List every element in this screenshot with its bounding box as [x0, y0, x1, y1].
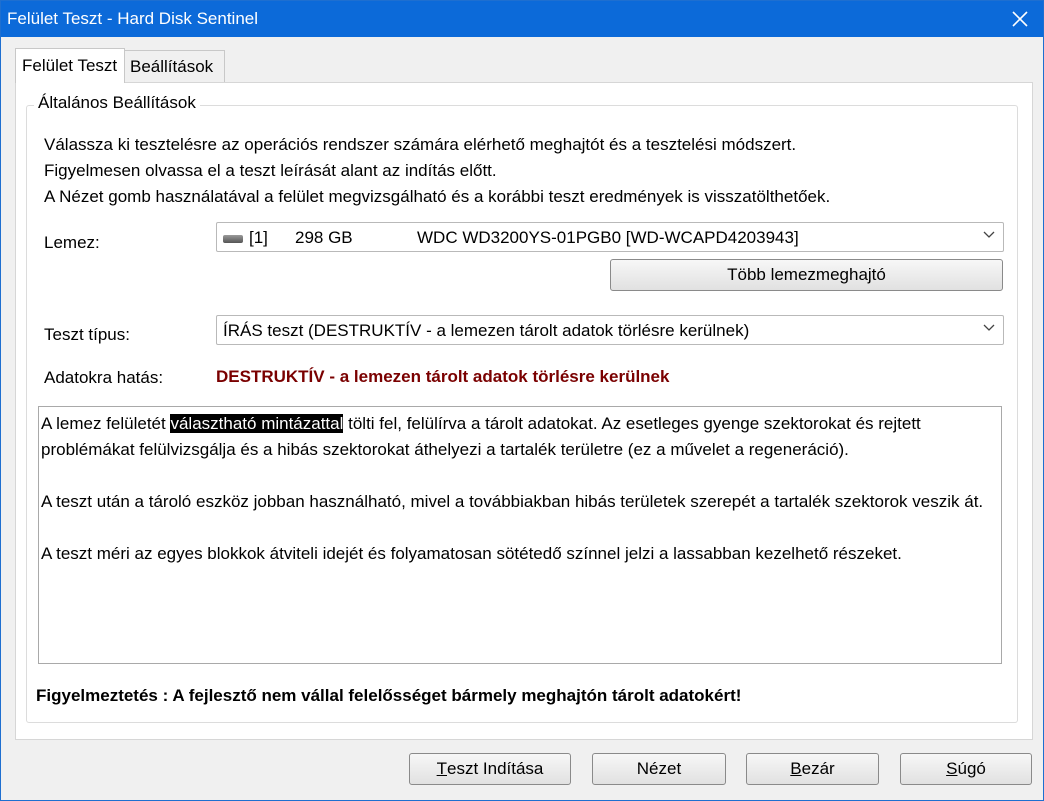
more-drives-button[interactable]: Több lemezmeghajtó	[610, 259, 1003, 291]
disk-index: [1]	[249, 228, 268, 247]
close-icon	[1012, 11, 1028, 27]
warning-text: Figyelmeztetés : A fejlesztő nem vállal …	[36, 686, 742, 705]
help-mnemonic: S	[946, 759, 958, 778]
tab-surface-test-label: Felület Teszt	[22, 56, 118, 75]
disk-model: WDC WD3200YS-01PGB0 [WD-WCAPD4203943]	[417, 228, 799, 247]
tab-settings[interactable]: Beállítások	[123, 50, 225, 83]
close-button[interactable]: Bezár	[746, 753, 879, 785]
description-paragraph: A lemez felületét választható mintázatta…	[41, 411, 999, 463]
start-test-button[interactable]: Teszt Indítása	[409, 753, 571, 785]
close-label: ezár	[801, 759, 835, 778]
close-window-button[interactable]	[997, 1, 1043, 37]
test-type-label: Teszt típus:	[44, 325, 130, 344]
close-mnemonic: B	[790, 759, 802, 778]
view-button[interactable]: Nézet	[592, 753, 726, 785]
test-type-select[interactable]: ÍRÁS teszt (DESTRUKTÍV - a lemezen tárol…	[216, 315, 1004, 345]
test-description-box[interactable]: A lemez felületét választható mintázatta…	[38, 406, 1002, 664]
help-button[interactable]: Súgó	[900, 753, 1032, 785]
tab-surface-test[interactable]: Felület Teszt	[15, 48, 125, 83]
tab-settings-label: Beállítások	[130, 57, 214, 76]
description-text: A lemez felületét	[41, 414, 171, 433]
data-impact-label: Adatokra hatás:	[44, 368, 164, 387]
title-bar: Felület Teszt - Hard Disk Sentinel	[1, 1, 1043, 37]
highlighted-text: választható mintázattal	[170, 414, 344, 433]
drive-icon	[223, 234, 243, 243]
chevron-down-icon	[983, 231, 995, 238]
description-paragraph: A teszt méri az egyes blokkok átviteli i…	[41, 544, 902, 563]
start-test-mnemonic: T	[436, 759, 447, 778]
window-title: Felület Teszt - Hard Disk Sentinel	[7, 9, 259, 28]
intro-line: A Nézet gomb használatával a felület meg…	[44, 187, 831, 206]
disk-label: Lemez:	[44, 233, 100, 252]
more-drives-label: Több lemezmeghajtó	[727, 265, 886, 284]
view-label: Nézet	[636, 759, 682, 778]
data-impact-value: DESTRUKTÍV - a lemezen tárolt adatok tör…	[216, 367, 670, 386]
intro-text: Válassza ki tesztelésre az operációs ren…	[44, 132, 830, 210]
start-test-label: eszt Indítása	[447, 759, 544, 778]
disk-size: 298 GB	[295, 228, 353, 247]
intro-line: Figyelmesen olvassa el a teszt leírását …	[44, 161, 497, 180]
chevron-down-icon	[983, 324, 995, 331]
help-label: úgó	[957, 759, 986, 778]
test-type-value: ÍRÁS teszt (DESTRUKTÍV - a lemezen tárol…	[223, 321, 750, 340]
tab-panel: Általános Beállítások Válassza ki teszte…	[15, 82, 1033, 740]
description-paragraph: A teszt után a tároló eszköz jobban hasz…	[41, 492, 984, 511]
intro-line: Válassza ki tesztelésre az operációs ren…	[44, 135, 797, 154]
group-title: Általános Beállítások	[34, 93, 200, 113]
app-window: Felület Teszt - Hard Disk Sentinel Felül…	[0, 0, 1044, 801]
disk-select[interactable]: [1] 298 GB WDC WD3200YS-01PGB0 [WD-WCAPD…	[216, 222, 1004, 252]
